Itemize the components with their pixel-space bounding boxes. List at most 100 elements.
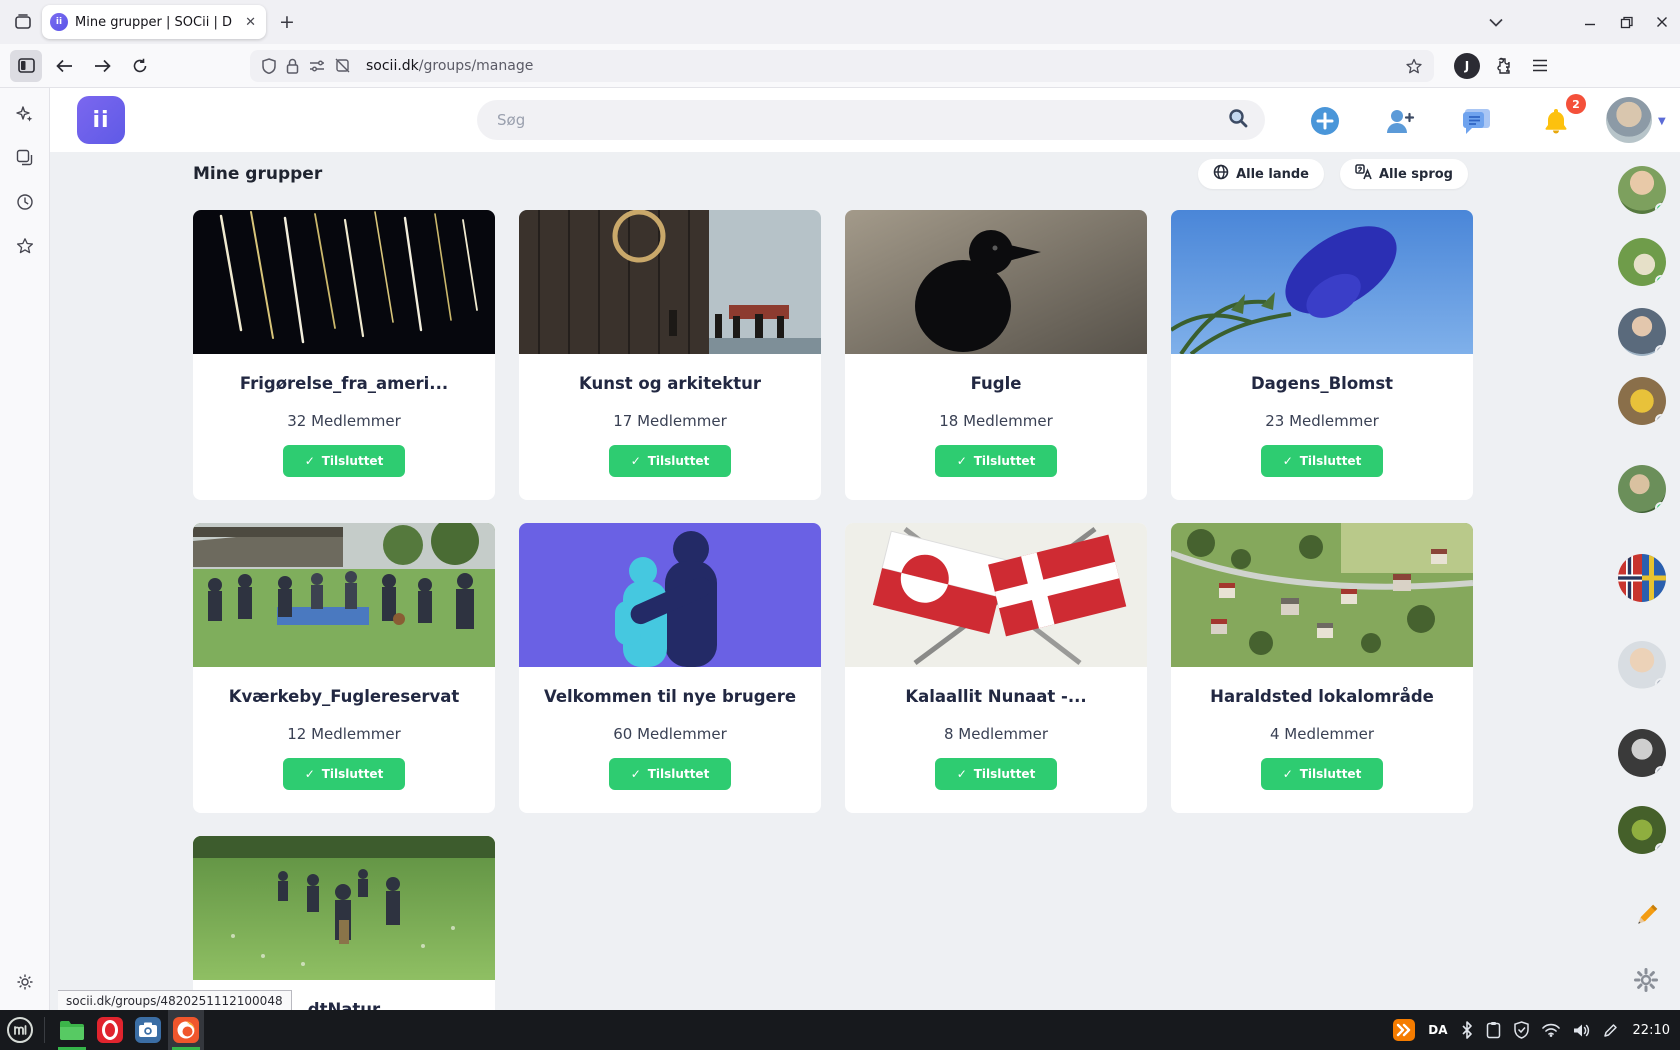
- friend-requests-button[interactable]: [1384, 105, 1416, 137]
- browser-tab-bar: ii Mine grupper | SOCii | D ✕ +: [0, 0, 1680, 44]
- new-tab-button[interactable]: +: [272, 7, 302, 37]
- user-avatar[interactable]: [1618, 308, 1666, 356]
- url-domain: socii.dk: [366, 57, 419, 74]
- offline-status-dot: [1655, 843, 1666, 854]
- synced-tabs-icon[interactable]: [9, 144, 41, 172]
- user-avatar[interactable]: [1618, 729, 1666, 777]
- search-input[interactable]: [497, 111, 1227, 129]
- screen: ii Mine grupper | SOCii | D ✕ + socii.dk…: [0, 0, 1680, 1050]
- bookmarks-star-icon[interactable]: [9, 232, 41, 260]
- page-header-row: Mine grupper Alle lande Alle sprog: [50, 152, 1680, 196]
- filter-all-languages-button[interactable]: Alle sprog: [1339, 159, 1468, 189]
- group-card-partial[interactable]: dtNatur: [193, 836, 495, 1010]
- taskbar: DA 22:10: [0, 1010, 1680, 1050]
- clipboard-icon[interactable]: [1486, 1021, 1501, 1039]
- group-member-count: 4 Medlemmer: [1269, 725, 1375, 743]
- profile-chevron-down-icon[interactable]: ▼: [1658, 116, 1666, 127]
- group-card[interactable]: Fugle 18 Medlemmer ✓ Tilsluttet: [845, 210, 1147, 500]
- close-window-button[interactable]: [1644, 6, 1680, 38]
- joined-button[interactable]: ✓ Tilsluttet: [283, 758, 405, 790]
- filter-country-label: Alle lande: [1236, 166, 1309, 182]
- tablet-pen-icon[interactable]: [1603, 1023, 1618, 1038]
- active-tab[interactable]: ii Mine grupper | SOCii | D ✕: [42, 5, 266, 39]
- restore-button[interactable]: [1608, 6, 1644, 38]
- shield-icon[interactable]: [262, 57, 276, 74]
- mint-menu-button[interactable]: [0, 1010, 40, 1050]
- joined-button[interactable]: ✓ Tilsluttet: [1261, 758, 1383, 790]
- search-bar[interactable]: [477, 100, 1265, 140]
- firefox-taskbar-button[interactable]: [168, 1010, 204, 1050]
- opera-taskbar-button[interactable]: [92, 1010, 128, 1050]
- site-settings-gear-button[interactable]: [1628, 962, 1664, 998]
- extensions-puzzle-icon[interactable]: [1486, 50, 1518, 82]
- permissions-icon[interactable]: [309, 60, 325, 72]
- edit-pencil-button[interactable]: [1626, 896, 1666, 936]
- volume-icon[interactable]: [1573, 1023, 1590, 1038]
- joined-button[interactable]: ✓ Tilsluttet: [283, 445, 405, 477]
- joined-label: Tilsluttet: [647, 767, 710, 781]
- user-avatar[interactable]: [1618, 465, 1666, 513]
- history-clock-icon[interactable]: [9, 188, 41, 216]
- user-avatar[interactable]: [1618, 166, 1666, 214]
- joined-label: Tilsluttet: [1299, 454, 1362, 468]
- user-avatar-flags[interactable]: [1618, 554, 1666, 602]
- quick-launch-icon[interactable]: [1393, 1019, 1416, 1041]
- tab-close-icon[interactable]: ✕: [243, 15, 258, 30]
- back-button[interactable]: [48, 50, 80, 82]
- status-bar-link: socii.dk/groups/4820251112100048: [58, 990, 292, 1010]
- bluetooth-icon[interactable]: [1461, 1021, 1473, 1039]
- taskbar-clock[interactable]: 22:10: [1633, 1023, 1670, 1038]
- group-cover-blue-flower: [1171, 210, 1473, 354]
- blocked-content-icon[interactable]: [335, 58, 350, 73]
- forward-button[interactable]: [86, 50, 118, 82]
- joined-button[interactable]: ✓ Tilsluttet: [935, 445, 1057, 477]
- ai-chatbot-icon[interactable]: [9, 100, 41, 128]
- keyboard-layout-indicator[interactable]: DA: [1428, 1023, 1447, 1037]
- reload-button[interactable]: [124, 50, 156, 82]
- joined-button[interactable]: ✓ Tilsluttet: [609, 445, 731, 477]
- group-card[interactable]: Kunst og arkitektur 17 Medlemmer ✓ Tilslu…: [519, 210, 821, 500]
- user-avatar[interactable]: [1618, 377, 1666, 425]
- group-card[interactable]: Kalaallit Nunaat -... 8 Medlemmer ✓ Tilsl…: [845, 523, 1147, 813]
- chat-bubble-icon: [1463, 109, 1490, 134]
- translate-icon: [1355, 164, 1372, 184]
- network-wifi-icon[interactable]: [1541, 1023, 1560, 1037]
- page-title: Mine grupper: [193, 164, 323, 184]
- firewall-shield-icon[interactable]: [1513, 1021, 1529, 1039]
- group-card[interactable]: Velkommen til nye brugere 60 Medlemmer ✓…: [519, 523, 821, 813]
- user-avatar[interactable]: [1618, 641, 1666, 689]
- url-text[interactable]: socii.dk/groups/manage: [366, 58, 533, 74]
- filters: Alle lande Alle sprog: [1198, 159, 1468, 189]
- joined-button[interactable]: ✓ Tilsluttet: [935, 758, 1057, 790]
- firefox-account-button[interactable]: J: [1454, 52, 1480, 79]
- firefox-view-button[interactable]: [8, 7, 38, 37]
- group-card[interactable]: Kværkeby_Fuglereservat 12 Medlemmer ✓ Til…: [193, 523, 495, 813]
- screenshot-taskbar-button[interactable]: [130, 1010, 166, 1050]
- user-avatar[interactable]: [1618, 238, 1666, 286]
- group-card[interactable]: Dagens_Blomst 23 Medlemmer ✓ Tilsluttet: [1171, 210, 1473, 500]
- sidebar-settings-gear-icon[interactable]: [9, 968, 41, 996]
- joined-button[interactable]: ✓ Tilsluttet: [609, 758, 731, 790]
- user-avatar[interactable]: [1618, 806, 1666, 854]
- messages-button[interactable]: [1460, 105, 1492, 137]
- search-icon[interactable]: [1227, 107, 1249, 133]
- profile-avatar[interactable]: [1606, 97, 1652, 143]
- online-status-dot: [1655, 275, 1666, 286]
- globe-icon: [1213, 164, 1229, 184]
- lock-icon[interactable]: [286, 58, 299, 74]
- joined-label: Tilsluttet: [973, 454, 1036, 468]
- files-taskbar-button[interactable]: [54, 1010, 90, 1050]
- minimize-button[interactable]: [1572, 6, 1608, 38]
- url-bar[interactable]: socii.dk/groups/manage: [250, 49, 1434, 82]
- group-card[interactable]: Frigørelse_fra_ameri... 32 Medlemmer ✓ Ti…: [193, 210, 495, 500]
- bookmark-star-icon[interactable]: [1406, 58, 1422, 74]
- socii-logo[interactable]: ii: [77, 96, 125, 144]
- filter-all-countries-button[interactable]: Alle lande: [1198, 159, 1324, 189]
- joined-button[interactable]: ✓ Tilsluttet: [1261, 445, 1383, 477]
- check-icon: ✓: [1282, 767, 1293, 781]
- list-tabs-chevron-icon[interactable]: [1480, 7, 1512, 37]
- group-card[interactable]: Haraldsted lokalområde 4 Medlemmer ✓ Tils…: [1171, 523, 1473, 813]
- create-post-button[interactable]: [1309, 105, 1341, 137]
- sidebar-toggle-button[interactable]: [10, 49, 42, 82]
- menu-hamburger-icon[interactable]: [1524, 50, 1556, 82]
